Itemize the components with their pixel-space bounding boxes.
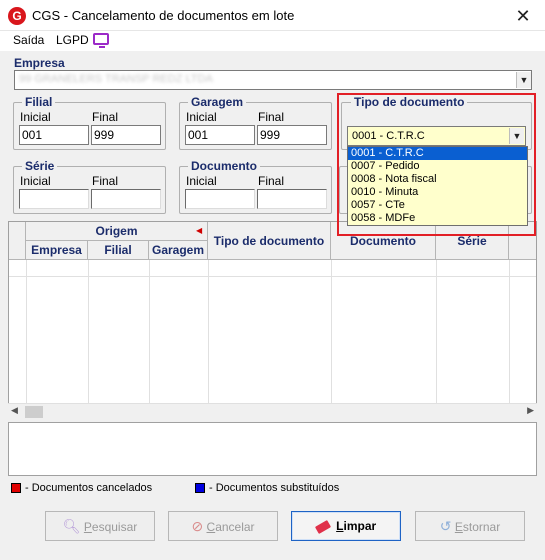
garagem-final-label: Final [258,110,285,124]
grid-group-header-origem[interactable]: Origem [26,222,208,241]
scrollbar-thumb[interactable] [25,406,43,418]
pesquisar-mnemonic: P [83,520,92,534]
garagem-inicial-label: Inicial [186,110,217,124]
filial-inicial-input[interactable]: 001 [19,125,89,145]
garagem-inicial-input[interactable]: 001 [185,125,255,145]
legend-cancelled-label: - Documentos cancelados [25,482,153,494]
menu-item-saida[interactable]: Saída [13,33,44,47]
filial-group-title: Filial [22,95,56,109]
cancel-circle-icon: ⊘ [191,518,204,534]
estornar-button[interactable]: ↺ Estornar [415,511,525,541]
garagem-final-input[interactable]: 999 [257,125,327,145]
limpar-mnemonic: L [336,519,344,533]
serie-inicial-input[interactable] [19,189,89,209]
grid-column-header[interactable]: Tipo de documento [208,222,331,260]
grid-indicator-header [9,222,26,260]
grid-column-header[interactable]: Garagem [149,241,208,260]
menu-item-lgpd[interactable]: LGPD [56,33,89,47]
serie-group-title: Série [22,159,58,173]
substituted-color-square [195,483,205,493]
documento-inicial-input[interactable] [185,189,255,209]
garagem-group-title: Garagem [188,95,247,109]
pesquisar-label: esquisar [91,520,138,534]
documento-inicial-label: Inicial [186,174,217,188]
scroll-right-icon[interactable]: ▶ [527,405,534,416]
magnifier-icon: 🔍︎ [62,518,81,534]
grid-group-header-label: Origem [95,224,138,238]
monitor-icon[interactable] [93,33,109,48]
grid-column-header[interactable]: Filial [88,241,149,260]
grid-col-line [509,260,510,405]
cancelar-label: ancelar [215,520,255,534]
eraser-icon [314,519,331,534]
empresa-label: Empresa [14,56,65,70]
grid-col-line [208,260,209,405]
scroll-left-icon[interactable]: ◀ [11,405,18,416]
documents-grid[interactable]: Origem ◀ Empresa Filial Garagem Tipo de … [8,221,537,419]
cancelar-mnemonic: C [206,520,216,534]
sort-left-arrow-icon: ◀ [196,226,203,235]
documento-final-input[interactable] [257,189,327,209]
empresa-value: 99 GRANELERS TRANSP REDZ LTDA [19,73,213,85]
filial-inicial-label: Inicial [20,110,51,124]
filial-final-input[interactable]: 999 [91,125,161,145]
serie-final-label: Final [92,174,119,188]
cancelled-color-square [11,483,21,493]
estornar-mnemonic: E [454,520,463,534]
grid-col-line [149,260,150,405]
app-logo-icon: G [8,7,26,25]
highlight-box [337,93,536,236]
close-icon[interactable]: ✕ [510,3,536,29]
documento-group-title: Documento [188,159,260,173]
documento-final-label: Final [258,174,285,188]
undo-arrow-icon: ↺ [439,518,452,534]
serie-inicial-label: Inicial [20,174,51,188]
title-bar: G CGS - Cancelamento de documentos em lo… [0,0,545,31]
grid-column-header[interactable]: Empresa [26,241,88,260]
window-title: CGS - Cancelamento de documentos em lote [32,8,295,23]
empresa-select[interactable]: 99 GRANELERS TRANSP REDZ LTDA ▼ [14,70,532,90]
grid-col-line [88,260,89,405]
serie-final-input[interactable] [91,189,161,209]
grid-horizontal-scrollbar[interactable]: ◀ ▶ [8,403,537,420]
menu-bar: Saída LGPD [0,31,545,51]
grid-col-line [331,260,332,405]
details-memo[interactable] [8,422,537,476]
limpar-label: impar [343,519,377,533]
grid-col-line [436,260,437,405]
cancelar-button[interactable]: ⊘ Cancelar [168,511,278,541]
grid-col-line [26,260,27,405]
limpar-button[interactable]: Limpar [291,511,401,541]
empresa-dropdown-arrow-icon[interactable]: ▼ [516,72,531,88]
legend-substituted-label: - Documentos substituídos [209,482,340,494]
filial-final-label: Final [92,110,119,124]
estornar-label: stornar [462,520,501,534]
pesquisar-button[interactable]: 🔍︎ Pesquisar [45,511,155,541]
